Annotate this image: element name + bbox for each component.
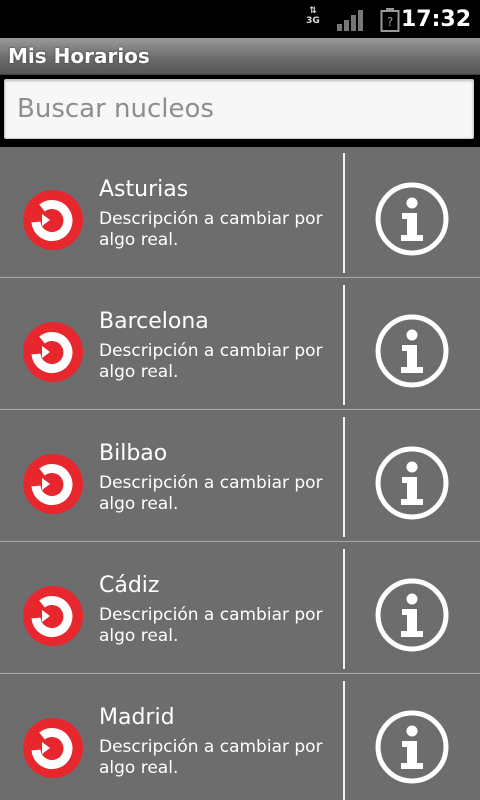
row-divider xyxy=(0,277,480,278)
row-divider xyxy=(0,673,480,674)
info-icon[interactable] xyxy=(374,313,450,389)
list-item[interactable]: Madrid Descripción a cambiar por algo re… xyxy=(0,675,480,800)
renfe-cercanias-logo-icon xyxy=(23,586,83,646)
app-title-bar: Mis Horarios xyxy=(0,38,480,75)
list-item-title: Madrid xyxy=(99,705,175,730)
data-arrows-icon: ⇅ 3G xyxy=(302,6,324,32)
vertical-divider xyxy=(343,549,345,669)
renfe-cercanias-logo-icon xyxy=(23,322,83,382)
search-bar xyxy=(0,75,480,147)
list-item-description: Descripción a cambiar por algo real. xyxy=(99,209,323,250)
network-type-label: 3G xyxy=(306,16,320,26)
info-icon[interactable] xyxy=(374,709,450,785)
info-icon[interactable] xyxy=(374,181,450,257)
svg-text:?: ? xyxy=(387,15,393,29)
clock: 17:32 xyxy=(400,7,471,32)
list-item[interactable]: Cádiz Descripción a cambiar por algo rea… xyxy=(0,543,480,674)
row-divider xyxy=(0,541,480,542)
list-item-title: Barcelona xyxy=(99,309,209,334)
status-bar: ⇅ 3G ? 17:32 xyxy=(0,0,480,38)
list-item-description: Descripción a cambiar por algo real. xyxy=(99,605,323,646)
list-item[interactable]: Asturias Descripción a cambiar por algo … xyxy=(0,147,480,278)
renfe-cercanias-logo-icon xyxy=(23,454,83,514)
list-item-title: Bilbao xyxy=(99,441,168,466)
info-icon[interactable] xyxy=(374,577,450,653)
signal-icon xyxy=(337,10,363,31)
list-item-title: Cádiz xyxy=(99,573,160,598)
nucleos-list: Asturias Descripción a cambiar por algo … xyxy=(0,147,480,800)
info-icon[interactable] xyxy=(374,445,450,521)
list-item[interactable]: Barcelona Descripción a cambiar por algo… xyxy=(0,279,480,410)
vertical-divider xyxy=(343,681,345,800)
list-item-title: Asturias xyxy=(99,177,189,202)
app-title: Mis Horarios xyxy=(8,44,150,68)
vertical-divider xyxy=(343,285,345,405)
search-input[interactable] xyxy=(4,79,474,139)
row-divider xyxy=(0,409,480,410)
renfe-cercanias-logo-icon xyxy=(23,190,83,250)
vertical-divider xyxy=(343,153,345,273)
list-item-description: Descripción a cambiar por algo real. xyxy=(99,737,323,778)
list-item-description: Descripción a cambiar por algo real. xyxy=(99,473,323,514)
list-item[interactable]: Bilbao Descripción a cambiar por algo re… xyxy=(0,411,480,542)
list-item-description: Descripción a cambiar por algo real. xyxy=(99,341,323,382)
battery-unknown-icon: ? xyxy=(380,8,400,32)
vertical-divider xyxy=(343,417,345,537)
renfe-cercanias-logo-icon xyxy=(23,718,83,778)
